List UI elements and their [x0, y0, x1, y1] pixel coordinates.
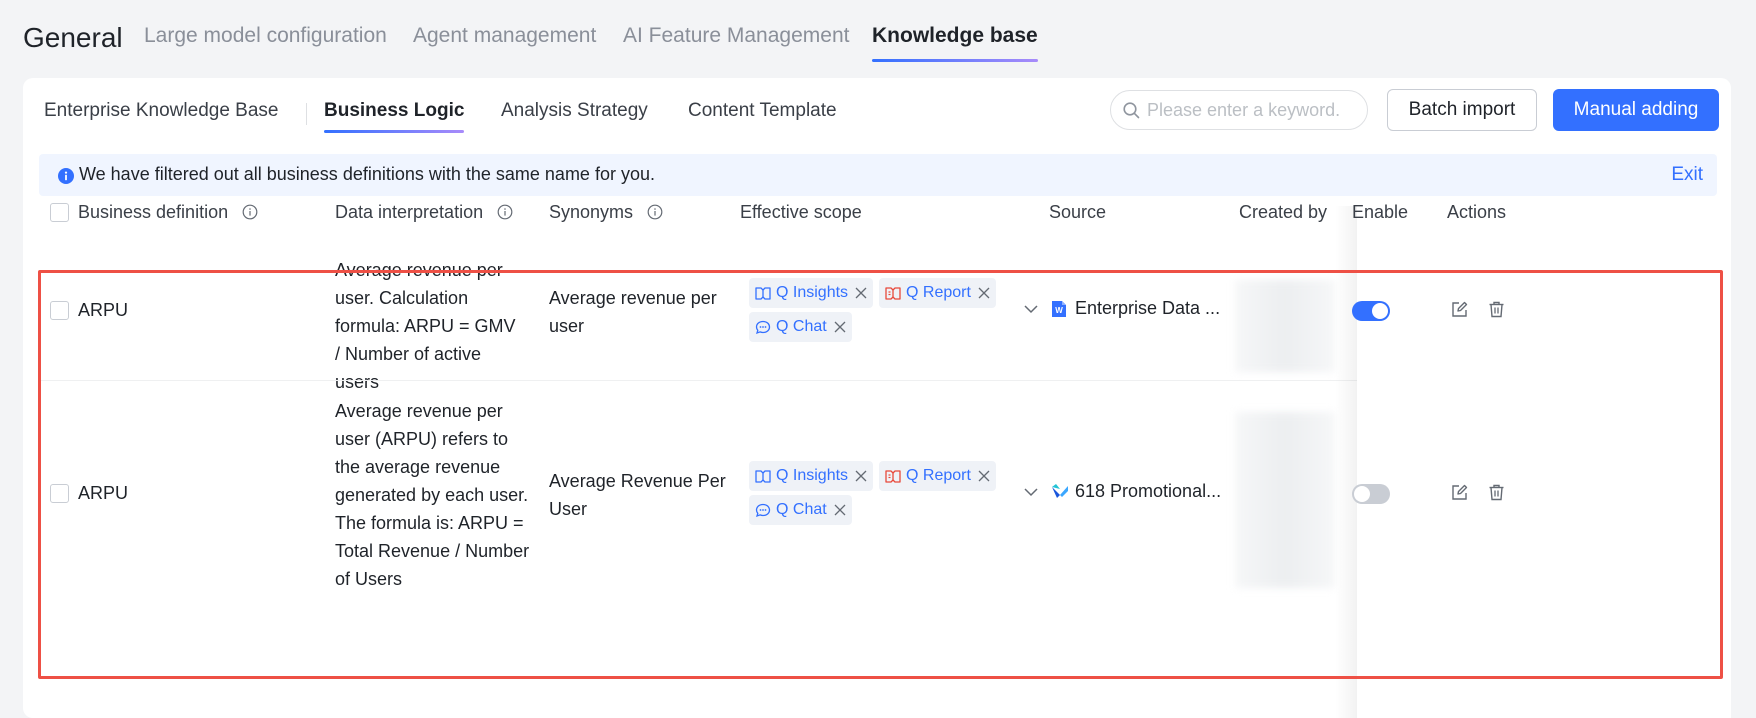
batch-import-button[interactable]: Batch import	[1387, 89, 1537, 131]
knowledge-base-card: Enterprise Knowledge Base Business Logic…	[23, 78, 1731, 718]
scope-tag-chat: Q Chat	[749, 495, 852, 525]
header-actions: Actions	[1447, 202, 1507, 222]
row-business-definition: ARPU	[78, 300, 129, 320]
tab-ai-feature-management[interactable]: AI Feature Management	[623, 24, 849, 48]
close-icon[interactable]	[855, 287, 867, 299]
subtab-divider	[306, 103, 307, 125]
info-circle-icon[interactable]	[497, 204, 513, 220]
row-synonyms: Average revenue per user	[549, 288, 717, 336]
report-icon	[885, 469, 901, 483]
search-input[interactable]	[1147, 91, 1357, 129]
created-by-redacted	[1235, 280, 1335, 372]
tab-knowledge-base[interactable]: Knowledge base	[872, 24, 1038, 62]
subtab-business-logic[interactable]: Business Logic	[324, 100, 465, 133]
insights-icon	[755, 286, 771, 300]
scope-tag-label: Q Chat	[776, 318, 827, 335]
select-all-checkbox[interactable]	[50, 203, 69, 222]
subtab-content-template[interactable]: Content Template	[688, 100, 837, 122]
dataset-icon	[1052, 484, 1068, 498]
banner-exit-link[interactable]: Exit	[1671, 164, 1703, 186]
chevron-down-icon[interactable]	[1024, 488, 1038, 497]
header-source: Source	[1049, 202, 1107, 222]
tab-agent-management[interactable]: Agent management	[413, 24, 596, 48]
subtab-enterprise-knowledge-base[interactable]: Enterprise Knowledge Base	[44, 100, 278, 122]
scope-tag-label: Q Report	[906, 284, 971, 301]
row-synonyms: Average Revenue Per User	[549, 471, 726, 519]
report-icon	[885, 286, 901, 300]
scope-tag-report: Q Report	[879, 461, 996, 491]
scope-tag-label: Q Insights	[776, 467, 849, 484]
enable-toggle[interactable]	[1352, 301, 1390, 321]
created-by-redacted	[1235, 412, 1335, 588]
fixed-column-shadow	[1335, 206, 1357, 718]
scope-tag-label: Q Report	[906, 467, 971, 484]
row-checkbox[interactable]	[50, 301, 69, 320]
delete-icon[interactable]	[1488, 484, 1505, 501]
header-synonyms-label: Synonyms	[549, 202, 634, 222]
close-icon[interactable]	[978, 287, 990, 299]
header-synonyms: Synonyms	[549, 202, 663, 223]
search-icon	[1123, 102, 1140, 119]
search-box	[1110, 90, 1368, 130]
filter-banner: We have filtered out all business defini…	[39, 154, 1717, 196]
fixed-columns	[1357, 206, 1731, 718]
header-enable: Enable	[1352, 202, 1409, 222]
header-data-interpretation-label: Data interpretation	[335, 202, 484, 222]
close-icon[interactable]	[834, 321, 846, 333]
header-business-definition-label: Business definition	[78, 202, 229, 222]
close-icon[interactable]	[855, 470, 867, 482]
scope-tag-report: Q Report	[879, 278, 996, 308]
toggle-knob	[1354, 486, 1370, 502]
row-data-interpretation: Average revenue per user (ARPU) refers t…	[335, 401, 530, 589]
toggle-knob	[1372, 303, 1388, 319]
info-circle-icon[interactable]	[242, 204, 258, 220]
word-doc-icon: W	[1052, 301, 1066, 317]
header-effective-scope: Effective scope	[740, 202, 862, 222]
close-icon[interactable]	[978, 470, 990, 482]
scope-tag-insights: Q Insights	[749, 278, 874, 308]
row-business-definition: ARPU	[78, 483, 129, 503]
scope-tag-insights: Q Insights	[749, 461, 874, 491]
banner-message: We have filtered out all business defini…	[79, 164, 655, 184]
top-tab-bar: General Large model configuration Agent …	[0, 0, 1756, 80]
scope-tag-label: Q Chat	[776, 501, 827, 518]
edit-icon[interactable]	[1451, 484, 1468, 501]
chat-icon	[755, 320, 771, 334]
edit-icon[interactable]	[1451, 301, 1468, 318]
header-created-by: Created by	[1239, 202, 1328, 222]
info-icon	[58, 168, 74, 184]
enable-toggle[interactable]	[1352, 484, 1390, 504]
subtab-analysis-strategy[interactable]: Analysis Strategy	[501, 100, 648, 122]
svg-text:W: W	[1055, 306, 1063, 315]
info-circle-icon[interactable]	[647, 204, 663, 220]
close-icon[interactable]	[834, 504, 846, 516]
scope-tag-label: Q Insights	[776, 284, 849, 301]
chevron-down-icon[interactable]	[1024, 305, 1038, 314]
header-data-interpretation: Data interpretation	[335, 202, 513, 223]
tab-general[interactable]: General	[23, 22, 123, 54]
row-data-interpretation: Average revenue per user. Calculation fo…	[335, 260, 516, 392]
row-source-label: Enterprise Data ...	[1075, 298, 1221, 318]
scope-tag-chat: Q Chat	[749, 312, 852, 342]
chat-icon	[755, 503, 771, 517]
row-checkbox[interactable]	[50, 484, 69, 503]
row-source-label: 618 Promotional...	[1075, 481, 1222, 501]
header-business-definition: Business definition	[78, 202, 258, 223]
manual-adding-button[interactable]: Manual adding	[1553, 89, 1719, 131]
delete-icon[interactable]	[1488, 301, 1505, 318]
tab-large-model-configuration[interactable]: Large model configuration	[144, 24, 387, 48]
insights-icon	[755, 469, 771, 483]
